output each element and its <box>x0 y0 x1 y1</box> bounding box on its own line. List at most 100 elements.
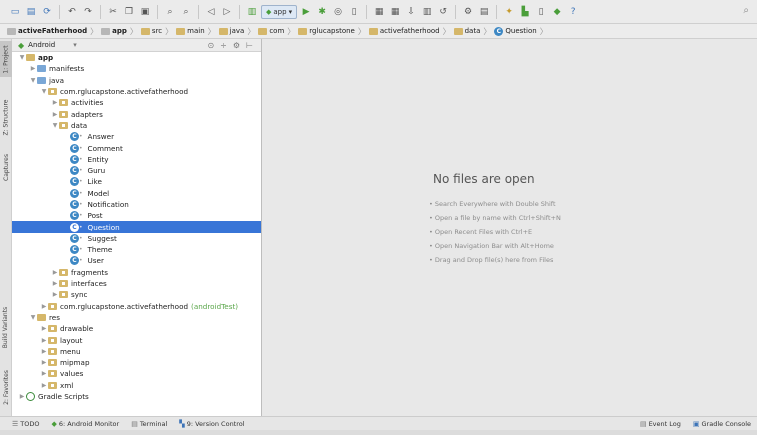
collapsed-arrow-icon[interactable]: ▶ <box>40 325 48 332</box>
open-folder-icon[interactable]: ▭ <box>8 5 22 19</box>
tree-item[interactable]: C • Guru <box>12 165 261 176</box>
tree-item[interactable]: ▶ drawable <box>12 323 261 334</box>
project-structure-icon[interactable]: ▦ <box>388 5 402 19</box>
breadcrumb-data[interactable]: data <box>451 27 484 35</box>
tree-item[interactable]: ▶ xml <box>12 380 261 391</box>
run-icon[interactable]: ▶ <box>299 5 313 19</box>
collapsed-arrow-icon[interactable]: ▶ <box>40 348 48 355</box>
android-sdk-icon[interactable]: ◆ <box>550 5 564 19</box>
sync-with-editor-icon[interactable]: ⊙ <box>207 41 214 50</box>
redo-icon[interactable]: ↷ <box>81 5 95 19</box>
search-everywhere-icon[interactable]: ⌕ <box>743 5 749 16</box>
expanded-arrow-icon[interactable]: ▼ <box>29 77 37 84</box>
expanded-arrow-icon[interactable]: ▼ <box>40 88 48 95</box>
view-selector[interactable]: Android <box>28 41 55 49</box>
breadcrumb-src[interactable]: src <box>138 27 165 35</box>
collapsed-arrow-icon[interactable]: ▶ <box>40 337 48 344</box>
sync-icon[interactable]: ⟳ <box>40 5 54 19</box>
expanded-arrow-icon[interactable]: ▼ <box>51 122 59 129</box>
tab-captures[interactable]: Captures <box>0 147 12 187</box>
structure-icon[interactable]: ▦ <box>372 5 386 19</box>
editor-area[interactable]: No files are open • Search Everywhere wi… <box>263 39 757 416</box>
tree-item[interactable]: C • Answer <box>12 131 261 142</box>
terminal-icon[interactable]: ▤ <box>477 5 491 19</box>
hide-panel-icon[interactable]: ⊢ <box>246 41 253 50</box>
debug-icon[interactable]: ✱ <box>315 5 329 19</box>
tab-event-log[interactable]: ▤ Event Log <box>634 420 687 428</box>
attach-debugger-icon[interactable]: ◎ <box>331 5 345 19</box>
chevron-down-icon[interactable]: ▾ <box>73 41 77 49</box>
save-all-icon[interactable]: ▤ <box>24 5 38 19</box>
tree-item[interactable]: ▶ fragments <box>12 267 261 278</box>
tab-terminal[interactable]: ▤ Terminal <box>125 420 173 428</box>
tree-item[interactable]: C • Model <box>12 188 261 199</box>
tree-item[interactable]: C • Theme <box>12 244 261 255</box>
breadcrumb-activefatherhood[interactable]: activefatherhood <box>366 27 443 35</box>
make-project-icon[interactable]: ▥ <box>245 5 259 19</box>
monitor-icon[interactable]: ▙ <box>518 5 532 19</box>
tree-item[interactable]: ▶ mipmap <box>12 357 261 368</box>
tree-item[interactable]: C • Comment <box>12 142 261 153</box>
tree-item[interactable]: ▶ values <box>12 368 261 379</box>
stop-icon[interactable]: ▯ <box>347 5 361 19</box>
tree-item[interactable]: C • Notification <box>12 199 261 210</box>
tree-item[interactable]: ▼ java <box>12 75 261 86</box>
tab-build-variants[interactable]: Build Variants <box>0 301 12 353</box>
cut-icon[interactable]: ✂ <box>106 5 120 19</box>
collapsed-arrow-icon[interactable]: ▶ <box>51 99 59 106</box>
breadcrumb-project[interactable]: activeFatherhood <box>4 27 90 35</box>
tree-item[interactable]: C • User <box>12 255 261 266</box>
tree-item[interactable]: ▶ manifests <box>12 63 261 74</box>
bug-icon[interactable]: ✦ <box>502 5 516 19</box>
collapsed-arrow-icon[interactable]: ▶ <box>29 65 37 72</box>
tree-item[interactable]: ▶ Gradle Scripts <box>12 391 261 402</box>
breadcrumb-com[interactable]: com <box>255 27 287 35</box>
settings-icon[interactable]: ⚙ <box>233 41 240 50</box>
tree-item[interactable]: C • Suggest <box>12 233 261 244</box>
back-icon[interactable]: ◁ <box>204 5 218 19</box>
tree-item[interactable]: C • Entity <box>12 154 261 165</box>
collapsed-arrow-icon[interactable]: ▶ <box>40 382 48 389</box>
settings-icon[interactable]: ⚙ <box>461 5 475 19</box>
tree-item[interactable]: ▶ com.rglucapstone.activefatherhood (andro… <box>12 301 261 312</box>
tree-item[interactable]: ▶ layout <box>12 334 261 345</box>
device-icon[interactable]: ▯ <box>534 5 548 19</box>
breadcrumb-module[interactable]: app <box>98 27 130 35</box>
avd-manager-icon[interactable]: ▥ <box>420 5 434 19</box>
tab-structure[interactable]: Z: Structure <box>0 95 12 139</box>
tree-item[interactable]: ▼ com.rglucapstone.activefatherhood <box>12 86 261 97</box>
forward-icon[interactable]: ▷ <box>220 5 234 19</box>
tab-android-monitor[interactable]: ◆ 6: Android Monitor <box>46 420 126 428</box>
tab-gradle-console[interactable]: ▣ Gradle Console <box>687 420 757 428</box>
help-icon[interactable]: ? <box>566 5 580 19</box>
copy-icon[interactable]: ❐ <box>122 5 136 19</box>
collapsed-arrow-icon[interactable]: ▶ <box>51 280 59 287</box>
tab-favorites[interactable]: 2: Favorites <box>0 365 12 409</box>
tree-item[interactable]: ▶ adapters <box>12 108 261 119</box>
find-icon[interactable]: ⌕ <box>163 5 177 19</box>
collapsed-arrow-icon[interactable]: ▶ <box>51 269 59 276</box>
tab-project[interactable]: 1: Project <box>0 41 12 77</box>
expanded-arrow-icon[interactable]: ▼ <box>18 54 26 61</box>
run-configuration-select[interactable]: ◆ app ▾ <box>261 4 298 19</box>
tab-todo[interactable]: ☰ TODO <box>0 420 46 428</box>
collapsed-arrow-icon[interactable]: ▶ <box>51 111 59 118</box>
tab-version-control[interactable]: ▚ 9: Version Control <box>173 420 250 428</box>
tree-item[interactable]: C • Like <box>12 176 261 187</box>
collapsed-arrow-icon[interactable]: ▶ <box>51 291 59 298</box>
tree-item[interactable]: ▼ app <box>12 52 261 63</box>
tree-item[interactable]: ▼ data <box>12 120 261 131</box>
tree-item[interactable]: ▶ sync <box>12 289 261 300</box>
tree-item[interactable]: C • Post <box>12 210 261 221</box>
breadcrumb-java[interactable]: java <box>216 27 248 35</box>
replace-icon[interactable]: ⌕ <box>179 5 193 19</box>
tree-item[interactable]: ▶ menu <box>12 346 261 357</box>
collapsed-arrow-icon[interactable]: ▶ <box>40 370 48 377</box>
tree-item[interactable]: ▼ res <box>12 312 261 323</box>
collapse-all-icon[interactable]: ÷ <box>220 41 227 50</box>
collapsed-arrow-icon[interactable]: ▶ <box>40 303 48 310</box>
breadcrumb-rglucapstone[interactable]: rglucapstone <box>295 27 358 35</box>
breadcrumb-question[interactable]: C Question <box>491 26 539 36</box>
collapsed-arrow-icon[interactable]: ▶ <box>40 359 48 366</box>
tree-item[interactable]: ▶ interfaces <box>12 278 261 289</box>
